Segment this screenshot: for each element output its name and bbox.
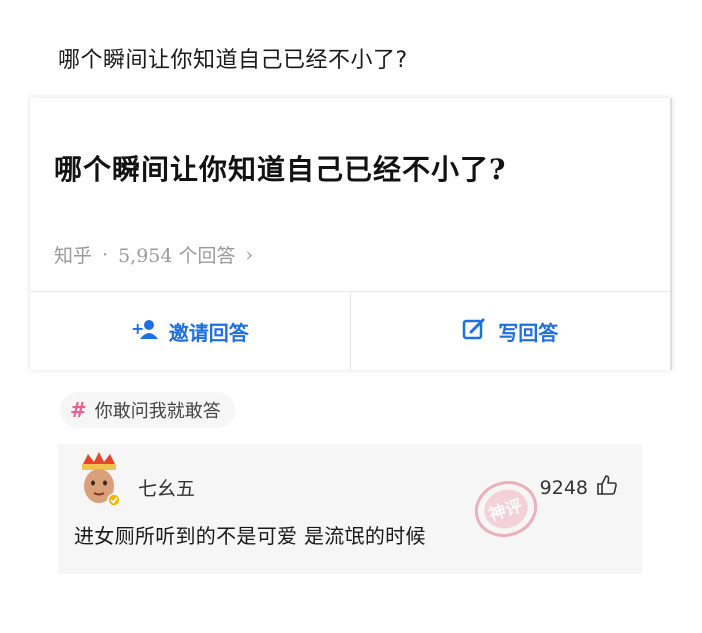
chevron-right-icon: › — [245, 243, 254, 266]
page-title: 哪个瞬间让你知道自己已经不小了? — [58, 48, 408, 73]
topic-tag-label: 你敢问我就敢答 — [94, 401, 221, 422]
question-card[interactable]: 哪个瞬间让你知道自己已经不小了? 知乎 · 5,954 个回答 › + 邀请回答 — [30, 98, 672, 371]
invite-answer-label: 邀请回答 — [168, 321, 249, 345]
source-label: 知乎 — [54, 245, 93, 267]
meta-separator: · — [102, 243, 109, 266]
comment-text: 进女厕所听到的不是可爱 是流氓的时候 — [74, 524, 426, 548]
write-answer-button[interactable]: 写回答 — [349, 292, 671, 371]
answer-count-link[interactable]: 5,954 个回答 — [118, 241, 235, 268]
question-actions: + 邀请回答 写回答 — [30, 291, 670, 371]
add-user-icon: + — [131, 318, 159, 345]
question-title[interactable]: 哪个瞬间让你知道自己已经不小了? — [54, 148, 506, 188]
invite-answer-button[interactable]: + 邀请回答 — [30, 292, 350, 371]
thumbs-up-icon — [596, 474, 618, 501]
hash-icon: # — [70, 398, 87, 422]
comment-username[interactable]: 七幺五 — [138, 474, 195, 501]
write-answer-label: 写回答 — [498, 321, 559, 345]
svg-text:+: + — [131, 319, 144, 338]
topic-tag[interactable]: # 你敢问我就敢答 — [60, 392, 235, 428]
like-button[interactable]: 9248 — [540, 474, 618, 501]
like-count: 9248 — [539, 476, 588, 499]
avatar[interactable] — [74, 450, 124, 507]
question-meta: 知乎 · 5,954 个回答 › — [54, 241, 253, 268]
comment-card: 七幺五 神评 9248 进女厕所听到的不是可爱 是流氓的时候 — [58, 444, 642, 574]
edit-icon — [462, 317, 488, 346]
